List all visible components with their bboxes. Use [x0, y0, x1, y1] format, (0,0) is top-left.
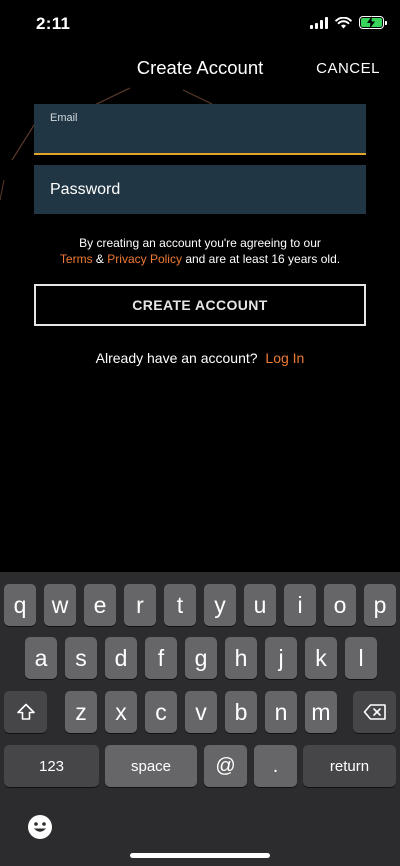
- create-account-button[interactable]: CREATE ACCOUNT: [34, 284, 366, 326]
- key-h[interactable]: h: [225, 637, 257, 679]
- numbers-key[interactable]: 123: [4, 745, 99, 787]
- key-l[interactable]: l: [345, 637, 377, 679]
- login-prompt: Already have an account?: [95, 350, 258, 366]
- delete-key[interactable]: [353, 691, 396, 733]
- key-j[interactable]: j: [265, 637, 297, 679]
- return-key[interactable]: return: [303, 745, 396, 787]
- key-w[interactable]: w: [44, 584, 76, 626]
- key-q[interactable]: q: [4, 584, 36, 626]
- email-label: Email: [50, 112, 78, 124]
- at-key[interactable]: @: [204, 745, 247, 787]
- dot-key[interactable]: .: [254, 745, 297, 787]
- battery-charging-icon: [359, 16, 387, 29]
- status-time: 2:11: [36, 14, 71, 33]
- login-row: Already have an account? Log In: [0, 350, 400, 366]
- key-b[interactable]: b: [225, 691, 257, 733]
- privacy-policy-link[interactable]: Privacy Policy: [107, 252, 182, 266]
- key-z[interactable]: z: [65, 691, 97, 733]
- emoji-icon[interactable]: [27, 814, 53, 840]
- home-indicator: [130, 853, 270, 858]
- key-i[interactable]: i: [284, 584, 316, 626]
- keyboard: q w e r t y u i o p a s d f g h j k l z …: [0, 572, 400, 866]
- email-field[interactable]: Email: [34, 104, 366, 155]
- key-s[interactable]: s: [65, 637, 97, 679]
- legal-ampersand: &: [95, 251, 104, 266]
- legal-tail: and are at least 16 years old.: [185, 251, 341, 266]
- cellular-signal-icon: [310, 16, 328, 29]
- status-bar: 2:11: [0, 0, 400, 48]
- key-a[interactable]: a: [25, 637, 57, 679]
- key-t[interactable]: t: [164, 584, 196, 626]
- key-f[interactable]: f: [145, 637, 177, 679]
- key-r[interactable]: r: [124, 584, 156, 626]
- key-g[interactable]: g: [185, 637, 217, 679]
- key-m[interactable]: m: [305, 691, 337, 733]
- key-d[interactable]: d: [105, 637, 137, 679]
- email-input[interactable]: [48, 128, 348, 150]
- key-u[interactable]: u: [244, 584, 276, 626]
- backspace-icon: [363, 704, 386, 720]
- wifi-icon: [335, 16, 352, 28]
- key-e[interactable]: e: [84, 584, 116, 626]
- key-k[interactable]: k: [305, 637, 337, 679]
- key-v[interactable]: v: [185, 691, 217, 733]
- legal-text: By creating an account you're agreeing t…: [0, 236, 400, 267]
- key-n[interactable]: n: [265, 691, 297, 733]
- key-y[interactable]: y: [204, 584, 236, 626]
- key-p[interactable]: p: [364, 584, 396, 626]
- login-link[interactable]: Log In: [265, 350, 304, 366]
- cancel-button[interactable]: CANCEL: [316, 60, 380, 77]
- key-o[interactable]: o: [324, 584, 356, 626]
- legal-line-2: Terms & Privacy Policy and are at least …: [0, 252, 400, 268]
- password-input[interactable]: [50, 165, 350, 214]
- key-x[interactable]: x: [105, 691, 137, 733]
- password-field[interactable]: [34, 165, 366, 214]
- key-c[interactable]: c: [145, 691, 177, 733]
- shift-key[interactable]: [4, 691, 47, 733]
- legal-line-1: By creating an account you're agreeing t…: [79, 236, 321, 250]
- space-key[interactable]: space: [105, 745, 197, 787]
- shift-icon: [16, 703, 35, 720]
- status-icons: [310, 16, 387, 29]
- terms-link[interactable]: Terms: [60, 252, 93, 266]
